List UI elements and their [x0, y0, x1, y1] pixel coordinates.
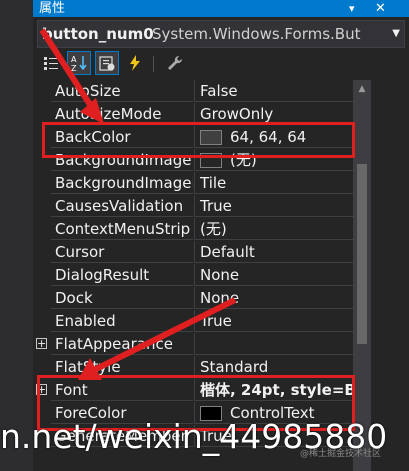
property-value[interactable] — [194, 333, 353, 355]
object-type: System.Windows.Forms.But — [152, 25, 361, 43]
left-dock-strip — [0, 0, 34, 471]
property-pages-button[interactable] — [163, 51, 187, 75]
object-name: button_num0 — [42, 25, 154, 43]
property-name: Dock — [51, 287, 193, 309]
property-name: DialogResult — [51, 264, 193, 286]
scroll-up-icon[interactable]: ▲ — [353, 84, 371, 94]
property-value[interactable]: Default — [194, 241, 353, 263]
property-grid-scrollbar[interactable]: ▲ — [353, 80, 371, 471]
corner-watermark: @稀土掘金技术社区 — [300, 449, 382, 459]
pin-icon[interactable]: ▾ — [349, 0, 355, 17]
property-name: FlatAppearance — [51, 333, 193, 355]
highlight-box-backcolor — [42, 122, 355, 158]
svg-text:A: A — [71, 55, 77, 64]
close-icon[interactable]: ✕ — [375, 0, 386, 17]
property-row-flatappearance[interactable]: + FlatAppearance — [33, 333, 353, 356]
alphabetical-button[interactable]: A Z — [67, 51, 91, 75]
property-name: Enabled — [51, 310, 193, 332]
object-selector[interactable]: button_num0 System.Windows.Forms.But ▼ — [37, 20, 405, 48]
events-icon — [130, 55, 140, 71]
categorized-icon — [44, 57, 58, 70]
property-name: BackgroundImageL — [51, 172, 193, 194]
wrench-icon — [168, 55, 183, 70]
property-row-dialogresult[interactable]: DialogResult None — [33, 264, 353, 287]
property-row-backgroundimagelayout[interactable]: BackgroundImageL Tile — [33, 172, 353, 195]
svg-text:Z: Z — [71, 64, 77, 72]
alphabetical-icon: A Z — [71, 55, 87, 72]
property-row-causesvalidation[interactable]: CausesValidation True — [33, 195, 353, 218]
chevron-down-icon[interactable]: ▼ — [392, 21, 400, 47]
scroll-thumb[interactable] — [357, 164, 367, 344]
property-value[interactable]: True — [194, 310, 353, 332]
properties-icon — [99, 56, 115, 71]
toolbar-separator — [153, 56, 154, 72]
property-name: Cursor — [51, 241, 193, 263]
property-name: CausesValidation — [51, 195, 193, 217]
panel-title: 属性 — [39, 1, 66, 16]
property-row-cursor[interactable]: Cursor Default — [33, 241, 353, 264]
property-value[interactable]: False — [194, 80, 353, 102]
property-value[interactable]: Tile — [194, 172, 353, 194]
property-row-dock[interactable]: Dock None — [33, 287, 353, 310]
property-value[interactable]: True — [194, 195, 353, 217]
property-value[interactable]: None — [194, 287, 353, 309]
property-row-enabled[interactable]: Enabled True — [33, 310, 353, 333]
expand-plus-icon[interactable]: + — [36, 338, 47, 349]
events-button[interactable] — [123, 51, 147, 75]
property-name: ContextMenuStrip — [51, 218, 193, 240]
property-row-contextmenustrip[interactable]: ContextMenuStrip (无) — [33, 218, 353, 241]
property-value[interactable]: (无) — [194, 218, 353, 240]
property-toolbar: A Z — [33, 48, 409, 80]
property-value[interactable]: None — [194, 264, 353, 286]
property-row-autosize[interactable]: AutoSize False — [33, 80, 353, 103]
property-name: AutoSize — [51, 80, 193, 102]
panel-title-bar[interactable]: 属性 ▾ ✕ — [33, 0, 409, 17]
properties-button[interactable] — [95, 51, 119, 75]
categorized-button[interactable] — [39, 51, 63, 75]
